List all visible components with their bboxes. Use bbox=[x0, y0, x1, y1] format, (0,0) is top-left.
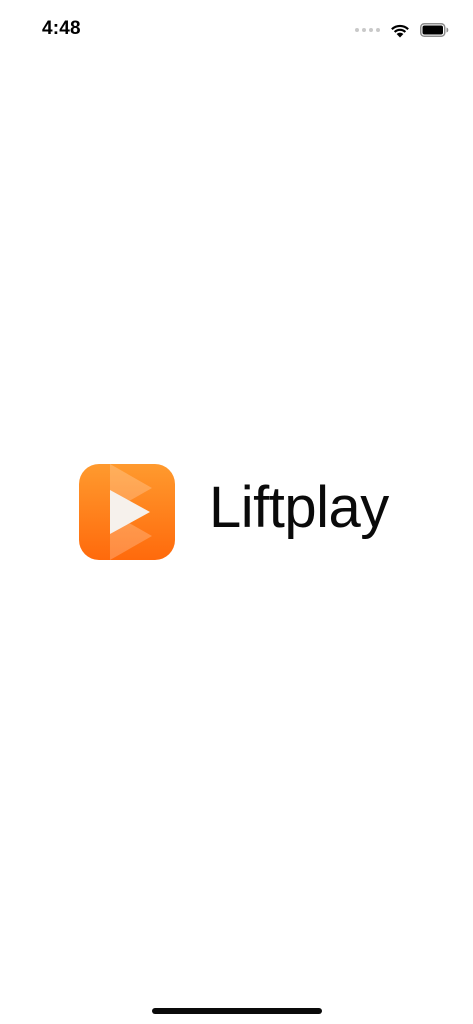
status-icons bbox=[355, 19, 449, 41]
splash-screen: 4:48 Liftplay bbox=[0, 0, 473, 1024]
status-time: 4:48 bbox=[42, 18, 81, 39]
home-indicator[interactable] bbox=[152, 1008, 322, 1014]
liftplay-play-logo-icon bbox=[79, 464, 175, 560]
wifi-icon bbox=[390, 23, 410, 38]
cellular-signal-icon bbox=[355, 28, 380, 32]
splash-logo: Liftplay bbox=[79, 464, 389, 560]
battery-icon bbox=[420, 23, 449, 37]
status-bar: 4:48 bbox=[0, 0, 473, 60]
app-name: Liftplay bbox=[209, 475, 389, 540]
